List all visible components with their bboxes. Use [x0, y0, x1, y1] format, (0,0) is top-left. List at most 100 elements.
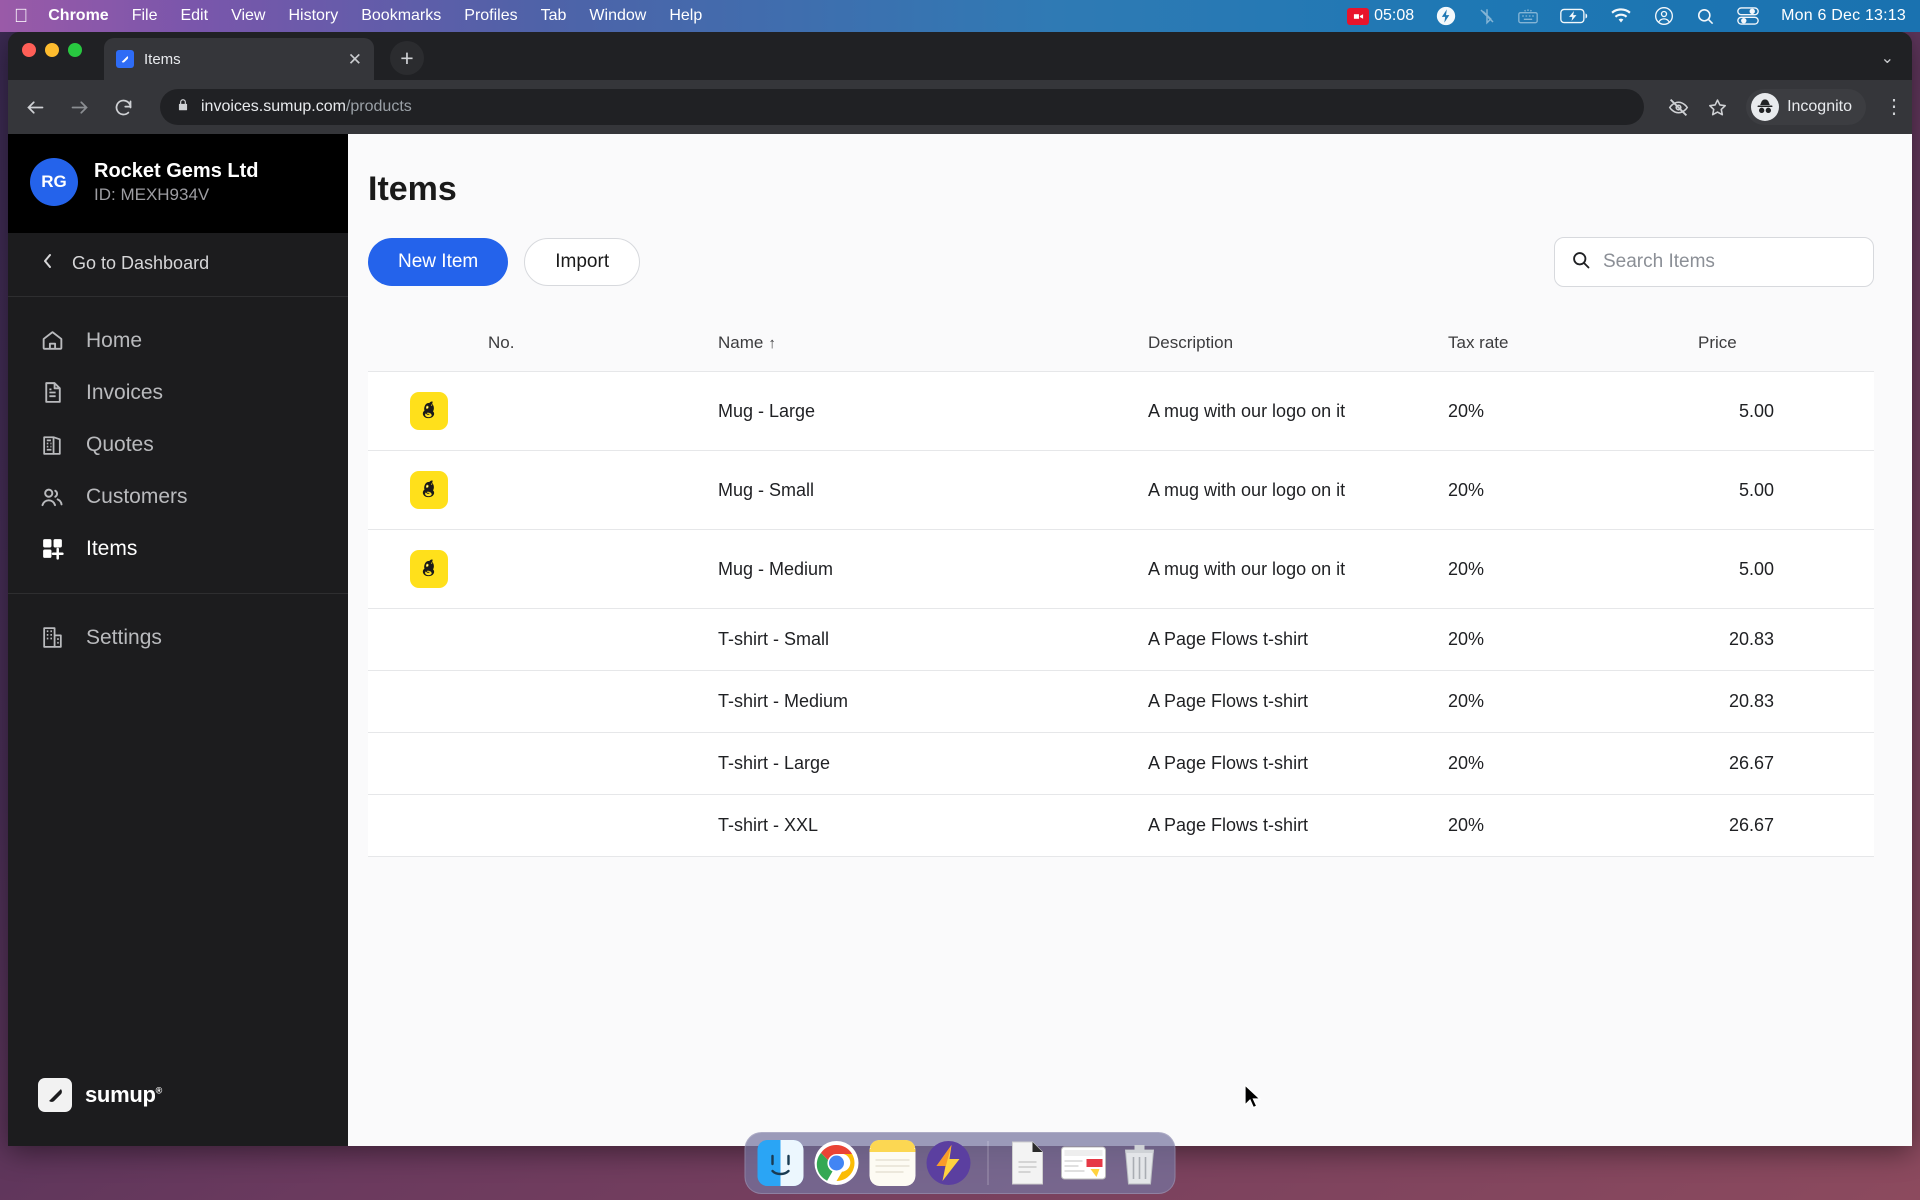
cell-image: [368, 670, 478, 733]
menu-chrome[interactable]: Chrome: [48, 7, 108, 25]
sumup-favicon: [116, 50, 134, 68]
column-tax-rate[interactable]: Tax rate: [1438, 317, 1688, 372]
cell-name: Mug - Small: [708, 450, 1138, 530]
sidebar-item-label: Settings: [86, 625, 162, 649]
search-container: [1554, 237, 1874, 287]
table-row[interactable]: T-shirt - XXL A Page Flows t-shirt 20% 26.6…: [368, 794, 1874, 857]
cell-name: T-shirt - Medium: [708, 670, 1138, 733]
mailchimp-thumb: [410, 550, 448, 588]
menu-window[interactable]: Window: [589, 7, 646, 25]
table-row[interactable]: Mug - Small A mug with our logo on it 20% 5…: [368, 450, 1874, 530]
sidebar-item-settings[interactable]: Settings: [8, 612, 348, 664]
eye-slash-icon[interactable]: [1668, 97, 1689, 118]
forward-arrow-icon[interactable]: [66, 94, 92, 120]
new-tab-button[interactable]: +: [390, 41, 424, 75]
sidebar-item-label: Home: [86, 328, 143, 352]
table-row[interactable]: T-shirt - Small A Page Flows t-shirt 20% 20…: [368, 608, 1874, 671]
cell-description: A Page Flows t-shirt: [1138, 608, 1438, 671]
menu-tab[interactable]: Tab: [541, 7, 567, 25]
macos-menu-bar:  Chrome File Edit View History Bookmark…: [0, 0, 1920, 32]
cell-image: [368, 371, 478, 451]
cell-description: A Page Flows t-shirt: [1138, 794, 1438, 857]
reload-icon[interactable]: [110, 94, 136, 120]
maximize-window-button[interactable]: [68, 42, 82, 57]
table-row[interactable]: Mug - Large A mug with our logo on it 20% 5…: [368, 371, 1874, 451]
notes-icon[interactable]: [869, 1140, 916, 1186]
sidebar-item-quotes[interactable]: Quotes: [8, 419, 348, 471]
sidebar-item-items[interactable]: Items: [8, 523, 348, 575]
menu-history[interactable]: History: [288, 7, 338, 25]
items-table: No. Name ↑ Description Tax rate Price Mug…: [368, 317, 1874, 857]
column-no[interactable]: No.: [478, 317, 708, 372]
cell-image: [368, 450, 478, 530]
star-icon[interactable]: [1707, 97, 1728, 118]
search-box[interactable]: [1554, 237, 1874, 287]
menu-file[interactable]: File: [132, 7, 158, 25]
menu-bookmarks[interactable]: Bookmarks: [361, 7, 441, 25]
chrome-icon[interactable]: [814, 1140, 860, 1186]
menu-view[interactable]: View: [231, 7, 265, 25]
search-icon[interactable]: [1696, 7, 1715, 26]
people-icon: [38, 483, 66, 511]
chevron-down-icon[interactable]: ⌄: [1881, 48, 1894, 68]
column-description[interactable]: Description: [1138, 317, 1438, 372]
column-image: [368, 317, 478, 372]
cell-name: T-shirt - XXL: [708, 794, 1138, 857]
back-arrow-icon[interactable]: [22, 94, 48, 120]
lock-icon: [176, 98, 190, 117]
menu-profiles[interactable]: Profiles: [464, 7, 517, 25]
column-price[interactable]: Price: [1688, 317, 1874, 372]
table-row[interactable]: T-shirt - Large A Page Flows t-shirt 20% 26…: [368, 732, 1874, 795]
import-button[interactable]: Import: [524, 238, 641, 286]
cell-tax-rate: 20%: [1438, 608, 1688, 671]
bluetooth-off-icon[interactable]: [1478, 7, 1496, 25]
trash-icon[interactable]: [1117, 1140, 1163, 1186]
sumup-logo-icon: [38, 1078, 72, 1112]
cell-tax-rate: 20%: [1438, 529, 1688, 609]
cell-tax-rate: 20%: [1438, 670, 1688, 733]
wifi-icon[interactable]: [1610, 7, 1632, 25]
cell-tax-rate: 20%: [1438, 450, 1688, 530]
apple-icon[interactable]: : [14, 7, 28, 26]
menu-edit[interactable]: Edit: [180, 7, 208, 25]
profile-chip[interactable]: Incognito: [1746, 89, 1866, 125]
sidebar-item-home[interactable]: Home: [8, 315, 348, 367]
menu-help[interactable]: Help: [669, 7, 702, 25]
cell-price: 20.83: [1688, 670, 1874, 733]
minimize-window-button[interactable]: [45, 42, 59, 57]
battery-charging-icon[interactable]: [1560, 8, 1588, 24]
cell-image: [368, 794, 478, 857]
finder-icon[interactable]: [757, 1140, 804, 1186]
flash-circle-icon[interactable]: [1436, 6, 1456, 26]
table-row[interactable]: T-shirt - Medium A Page Flows t-shirt 20% 2…: [368, 670, 1874, 733]
new-item-button[interactable]: New Item: [368, 238, 509, 286]
grid-plus-icon: [38, 535, 66, 563]
screenshot-file-icon[interactable]: [1061, 1140, 1107, 1186]
cell-name: T-shirt - Small: [708, 608, 1138, 671]
sidebar-item-customers[interactable]: Customers: [8, 471, 348, 523]
browser-tab[interactable]: Items ✕: [104, 38, 374, 80]
sidebar-item-invoices[interactable]: Invoices: [8, 367, 348, 419]
column-name[interactable]: Name ↑: [708, 317, 1138, 372]
search-input[interactable]: [1603, 251, 1857, 273]
table-row[interactable]: Mug - Medium A mug with our logo on it 20%…: [368, 529, 1874, 609]
home-icon: [38, 327, 66, 355]
close-icon[interactable]: ✕: [348, 51, 362, 68]
business-header[interactable]: RG Rocket Gems Ltd ID: MEXH934V: [8, 134, 348, 233]
kebab-menu-icon[interactable]: ⋮: [1884, 97, 1904, 117]
cell-no: [478, 450, 708, 530]
control-center-user-icon[interactable]: [1654, 6, 1674, 26]
keyboard-brightness-icon[interactable]: [1518, 8, 1538, 24]
business-id: ID: MEXH934V: [94, 185, 210, 204]
go-to-dashboard-link[interactable]: Go to Dashboard: [8, 233, 348, 297]
screen-recording-indicator[interactable]: 05:08: [1347, 7, 1414, 25]
menubar-datetime[interactable]: Mon 6 Dec 13:13: [1781, 7, 1906, 25]
control-center-icon[interactable]: [1737, 6, 1759, 26]
close-window-button[interactable]: [22, 42, 36, 57]
cell-price: 5.00: [1688, 529, 1874, 609]
address-bar[interactable]: invoices.sumup.com/products: [160, 89, 1645, 125]
document-file-icon[interactable]: [1005, 1140, 1051, 1186]
profile-label: Incognito: [1787, 98, 1852, 115]
thunder-app-icon[interactable]: [926, 1140, 972, 1186]
table-header: No. Name ↑ Description Tax rate Price: [368, 317, 1874, 372]
